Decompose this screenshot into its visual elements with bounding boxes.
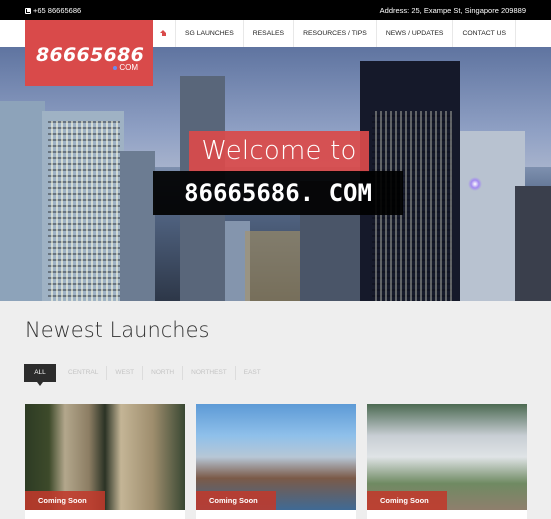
launch-cards: Coming Soon Coming Soon Coming Soon — [25, 404, 527, 519]
nav-resources-tips[interactable]: RESOURCES / TIPS — [294, 20, 377, 47]
hero-domain-text: 86665686. COM — [153, 171, 403, 215]
region-filter-tabs: ALL CENTRAL WEST NORTH NORTHEST EAST — [24, 364, 269, 386]
nav-contact-us[interactable]: CONTACT US — [453, 20, 517, 47]
hero-welcome-text: Welcome to — [189, 131, 369, 172]
hero-building — [515, 186, 551, 301]
filter-east[interactable]: EAST — [236, 366, 269, 380]
filter-central[interactable]: CENTRAL — [60, 366, 108, 380]
filter-west[interactable]: WEST — [107, 366, 144, 380]
phone-icon — [25, 7, 31, 14]
nav-home[interactable] — [153, 20, 176, 47]
nav-sg-launches[interactable]: SG LAUNCHES — [176, 20, 244, 47]
launch-card[interactable]: Coming Soon — [196, 404, 356, 519]
nav-news-updates[interactable]: NEWS / UPDATES — [377, 20, 454, 47]
filter-all[interactable]: ALL — [24, 364, 56, 386]
logo-dot-icon — [113, 65, 118, 70]
home-icon — [160, 30, 167, 37]
site-logo[interactable]: 86665686 COM — [25, 20, 153, 86]
logo-suffix: COM — [113, 63, 138, 72]
filter-northest[interactable]: NORTHEST — [183, 366, 236, 380]
section-title: Newest Launches — [25, 318, 210, 342]
hero-building-windows — [48, 121, 120, 301]
nav-resales[interactable]: RESALES — [244, 20, 295, 47]
hero-building — [0, 101, 45, 301]
phone-number[interactable]: +65 86665686 — [33, 6, 81, 15]
address-text: Address: 25, Exampe St, Singapore 209889 — [379, 6, 526, 15]
launch-card[interactable]: Coming Soon — [367, 404, 527, 519]
logo-suffix-text: COM — [119, 63, 138, 72]
main-nav: SG LAUNCHES RESALES RESOURCES / TIPS NEW… — [153, 20, 517, 47]
coming-soon-badge: Coming Soon — [367, 491, 447, 510]
coming-soon-badge: Coming Soon — [196, 491, 276, 510]
top-bar: +65 86665686 Address: 25, Exampe St, Sin… — [0, 0, 551, 20]
hero-building — [120, 151, 155, 301]
coming-soon-badge: Coming Soon — [25, 491, 105, 510]
hero-light-glow — [468, 177, 482, 191]
launch-card[interactable]: Coming Soon — [25, 404, 185, 519]
phone-contact[interactable]: +65 86665686 — [25, 6, 81, 15]
filter-north[interactable]: NORTH — [143, 366, 184, 380]
hero-street-lights — [245, 231, 305, 301]
